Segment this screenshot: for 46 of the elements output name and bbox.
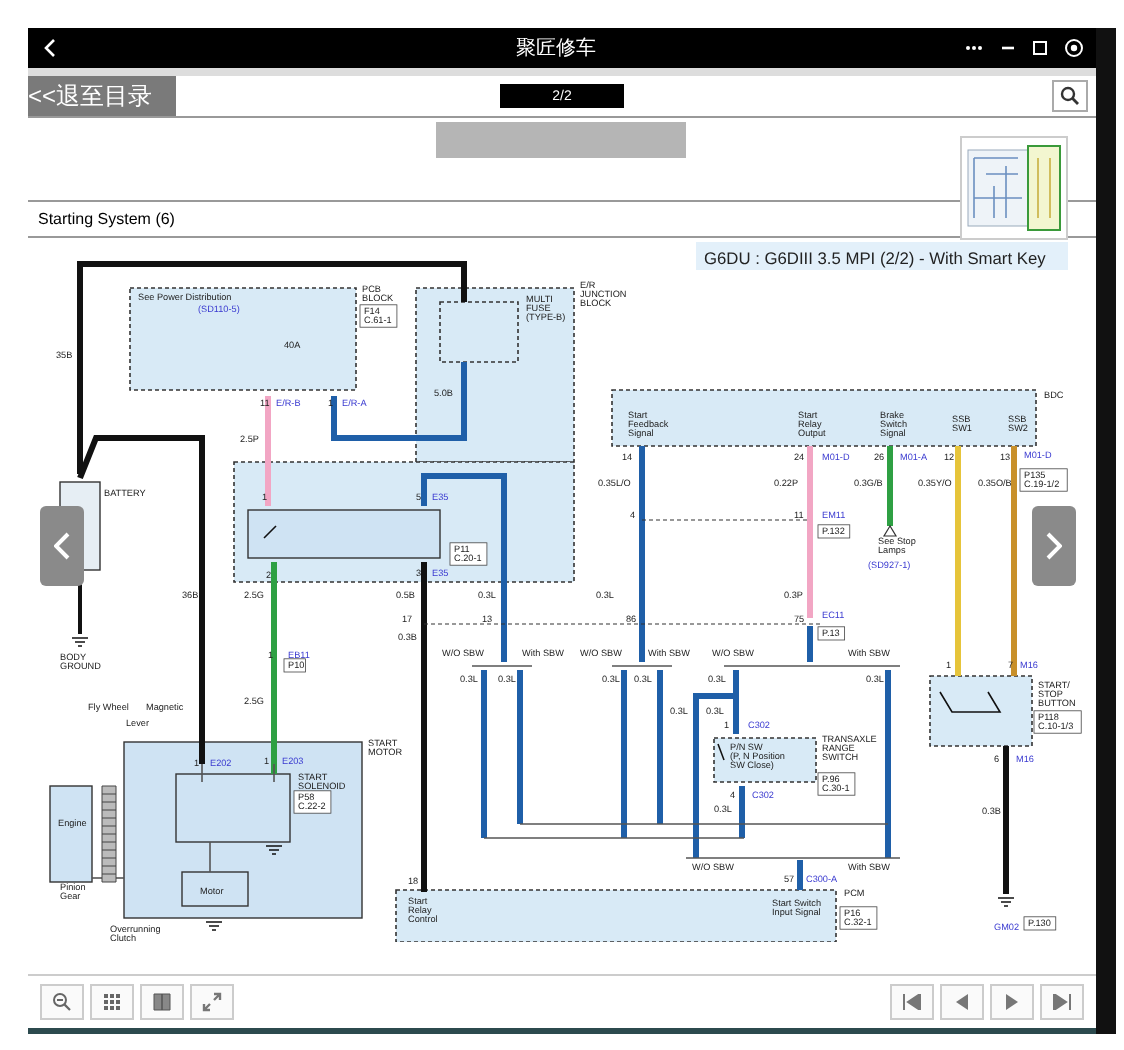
book-button[interactable] — [140, 984, 184, 1020]
ground-symbol — [205, 921, 223, 931]
wire — [807, 626, 813, 662]
wire — [887, 446, 893, 526]
previous-page-button[interactable] — [40, 506, 84, 586]
flywheel-drawing — [101, 785, 117, 883]
triangle-right-icon — [1004, 994, 1020, 1010]
page-thumbnail[interactable] — [960, 136, 1068, 240]
switch-contact — [939, 691, 1002, 713]
skip-forward-icon — [1052, 994, 1072, 1010]
switch-contact — [263, 525, 277, 539]
grid-button[interactable] — [90, 984, 134, 1020]
back-icon[interactable] — [44, 38, 56, 58]
diagram-title: G6DU : G6DIII 3.5 MPI (2/2) - With Smart Key — [696, 242, 1068, 270]
last-page-button[interactable] — [1040, 984, 1084, 1020]
expand-icon — [202, 992, 222, 1012]
skip-back-icon — [902, 994, 922, 1010]
switch-contact — [717, 743, 725, 761]
expand-button[interactable] — [190, 984, 234, 1020]
magnifier-icon — [52, 992, 72, 1012]
back-to-contents-button[interactable]: <<退至目录 — [28, 76, 176, 116]
module-area — [929, 675, 1033, 747]
ground-symbol — [265, 845, 283, 855]
search-button[interactable] — [1052, 80, 1088, 112]
first-page-button[interactable] — [890, 984, 934, 1020]
next-page-button[interactable] — [1032, 506, 1076, 586]
chevron-left-icon — [54, 532, 70, 560]
triangle-left-icon — [954, 994, 970, 1010]
wire — [471, 665, 533, 667]
component-box — [49, 785, 93, 883]
module-area — [713, 737, 817, 783]
record-icon[interactable] — [1064, 38, 1084, 58]
wire — [209, 841, 211, 873]
wire — [611, 665, 673, 667]
grid-icon — [102, 992, 122, 1012]
restore-icon[interactable] — [1032, 38, 1048, 58]
next-button[interactable] — [990, 984, 1034, 1020]
arrow-icon — [882, 524, 898, 537]
book-icon — [152, 992, 172, 1012]
previous-button[interactable] — [940, 984, 984, 1020]
zoom-button[interactable] — [40, 984, 84, 1020]
ground-symbol — [997, 897, 1015, 907]
search-icon — [1060, 86, 1080, 106]
app-title: 聚匠修车 — [516, 35, 596, 62]
ground-symbol — [71, 637, 89, 647]
chevron-right-icon — [1046, 532, 1062, 560]
